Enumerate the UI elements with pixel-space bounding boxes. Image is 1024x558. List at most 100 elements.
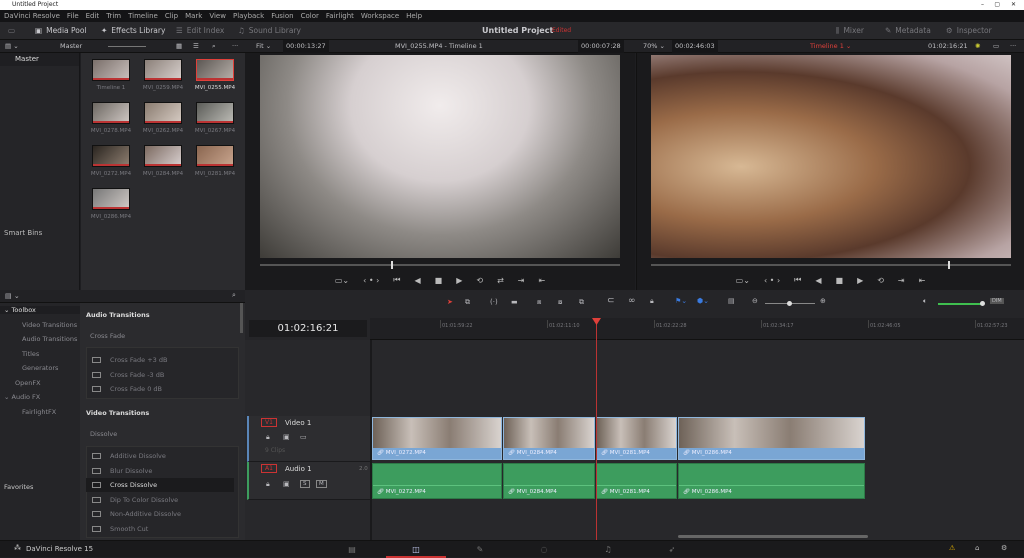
snapping-icon[interactable]: ⊂ [607,296,615,306]
mixer-button[interactable]: ⫼ Mixer [836,22,864,40]
effects-library-button[interactable]: ✦ Effects Library [101,22,165,40]
video-clip[interactable]: 🔗︎ MVI_0281.MP4 [596,417,677,460]
menu-mark[interactable]: Mark [185,10,202,22]
media-item-name[interactable]: MVI_0262.MP4 [137,128,189,134]
effects-tree-item[interactable]: Audio Transitions [22,335,77,343]
viewer-options-icon[interactable]: ▭⌄ [335,276,349,285]
video-clip[interactable]: 🔗︎ MVI_0272.MP4 [372,417,502,460]
effects-tree-item[interactable]: ⌄ Toolbox [0,306,80,314]
jog-icon[interactable]: ‹ • › [764,276,780,285]
menu-fusion[interactable]: Fusion [271,10,293,22]
effects-search-icon[interactable]: ⌕ [232,291,236,300]
media-item-name[interactable]: MVI_0272.MP4 [85,171,137,177]
grid-view-icon[interactable]: ▦ [176,40,182,53]
playhead[interactable] [592,318,601,540]
media-thumbnail[interactable] [92,188,130,210]
dynamic-trim-icon[interactable]: (·) [490,298,498,306]
blade-tool-icon[interactable]: ▬ [511,298,518,306]
viewer-mode-icon[interactable]: ▭ [993,40,999,53]
jog-icon[interactable]: ‹ • › [363,276,379,285]
audio-clip[interactable]: 🔗︎ MVI_0286.MP4 [678,463,865,499]
media-item-name[interactable]: MVI_0278.MP4 [85,128,137,134]
inspector-button[interactable]: ⚙ Inspector [946,22,992,40]
page-deliver[interactable]: ➶ [642,541,702,558]
media-thumbnail[interactable] [196,145,234,167]
track-visibility-icon[interactable]: ▭ [300,433,307,441]
play-icon[interactable]: ▶ [456,276,462,285]
effect-item[interactable]: Cross Fade +3 dB [86,353,234,367]
play-icon[interactable]: ▶ [857,276,863,285]
panel-toggle-icon[interactable]: ▤ ⌄ [5,292,20,300]
media-item-name[interactable]: MVI_0281.MP4 [189,171,241,177]
search-icon[interactable]: ⌕ [212,40,216,53]
menu-playback[interactable]: Playback [233,10,264,22]
settings-icon[interactable]: ⚙ [1001,544,1007,552]
effect-item[interactable]: Cross Fade 0 dB [86,382,234,396]
volume-icon[interactable]: 🔈︎ [923,297,927,306]
match-frame-icon[interactable]: ⇄ [497,276,504,285]
page-fairlight[interactable]: ♫ [578,541,638,558]
media-thumbnail[interactable] [196,59,234,81]
effect-item[interactable]: Dip To Color Dissolve [86,493,234,507]
metadata-button[interactable]: ✎ Metadata [885,22,931,40]
replace-clip-icon[interactable]: ⧉ [579,298,584,307]
page-edit[interactable]: ◫ [386,541,446,558]
insert-clip-icon[interactable]: ⧈ [537,298,541,307]
page-color[interactable]: ◌ [514,541,574,558]
media-item-name[interactable]: MVI_0259.MP4 [137,85,189,91]
effect-item[interactable]: Cross Fade -3 dB [86,368,234,382]
warning-icon[interactable]: ⚠ [949,544,955,552]
mark-out-icon[interactable]: ⇤ [919,276,926,285]
lock-icon[interactable]: 🔒︎ [650,297,654,306]
restore-button[interactable]: ▢ [994,0,1000,10]
effect-item[interactable]: Blur Dissolve [86,464,234,478]
stop-icon[interactable]: ■ [435,276,443,285]
loop-icon[interactable]: ⟲ [476,276,483,285]
effect-item[interactable]: Cross Dissolve [86,478,234,492]
mark-out-icon[interactable]: ⇤ [538,276,545,285]
source-zoom-select[interactable]: Fit ⌄ [256,40,271,53]
audio-clip[interactable]: 🔗︎ MVI_0272.MP4 [372,463,502,499]
mute-button[interactable]: M [316,480,327,488]
timeline-select[interactable]: Timeline 1 ⌄ [810,40,851,53]
effects-tree-item[interactable]: FairlightFX [22,408,56,416]
effect-item[interactable]: Smooth Cut [86,522,234,536]
track-id-v1[interactable]: V1 [261,418,277,427]
track-lock-icon[interactable]: 🔒︎ [266,433,270,442]
timeline-scrubber[interactable] [651,261,1011,269]
timeline-zoom-slider[interactable] [765,301,815,306]
media-item-name[interactable]: MVI_0267.MP4 [189,128,241,134]
effects-scrollbar[interactable] [240,303,243,333]
selection-tool-icon[interactable]: ➤ [447,298,453,306]
zoom-out-icon[interactable]: ⊖ [752,297,758,305]
effect-item[interactable]: Non-Additive Dissolve [86,507,234,521]
viewer-options-icon[interactable]: ▭⌄ [736,276,750,285]
media-thumbnail[interactable] [196,102,234,124]
video-clip[interactable]: 🔗︎ MVI_0286.MP4 [678,417,865,460]
program-zoom-select[interactable]: 70% ⌄ [643,40,665,53]
auto-select-icon[interactable]: ▣ [283,480,290,488]
menu-view[interactable]: View [209,10,226,22]
thumbnail-size-slider[interactable] [108,46,146,47]
stop-icon[interactable]: ■ [836,276,844,285]
linked-selection-icon[interactable]: ∞ [628,296,636,306]
media-item-name[interactable]: Timeline 1 [85,85,137,91]
close-button[interactable]: ✕ [1011,0,1016,10]
trim-tool-icon[interactable]: ⧉ [465,298,470,307]
timeline-horizontal-scrollbar[interactable] [678,535,868,538]
media-thumbnail[interactable] [92,102,130,124]
mark-in-icon[interactable]: ⇥ [518,276,525,285]
effects-tree-item[interactable]: Generators [22,364,58,372]
media-thumbnail[interactable] [92,59,130,81]
effects-tree-item[interactable]: Titles [22,350,39,358]
timeline-view-icon[interactable]: ▤ [728,297,735,305]
menu-edit[interactable]: Edit [86,10,100,22]
media-item-name[interactable]: MVI_0286.MP4 [85,214,137,220]
timeline-ruler[interactable]: 01:01:59:22 01:02:11:10 01:02:22:28 01:02:3… [370,318,1024,340]
monitor-icon[interactable]: ▭ [8,22,15,40]
effects-tree-item[interactable]: Video Transitions [22,321,77,329]
more-options-icon[interactable]: ··· [232,40,238,53]
home-icon[interactable]: ⌂ [975,544,979,552]
solo-button[interactable]: S [300,480,310,488]
skip-start-icon[interactable]: ⏮ [393,275,400,285]
